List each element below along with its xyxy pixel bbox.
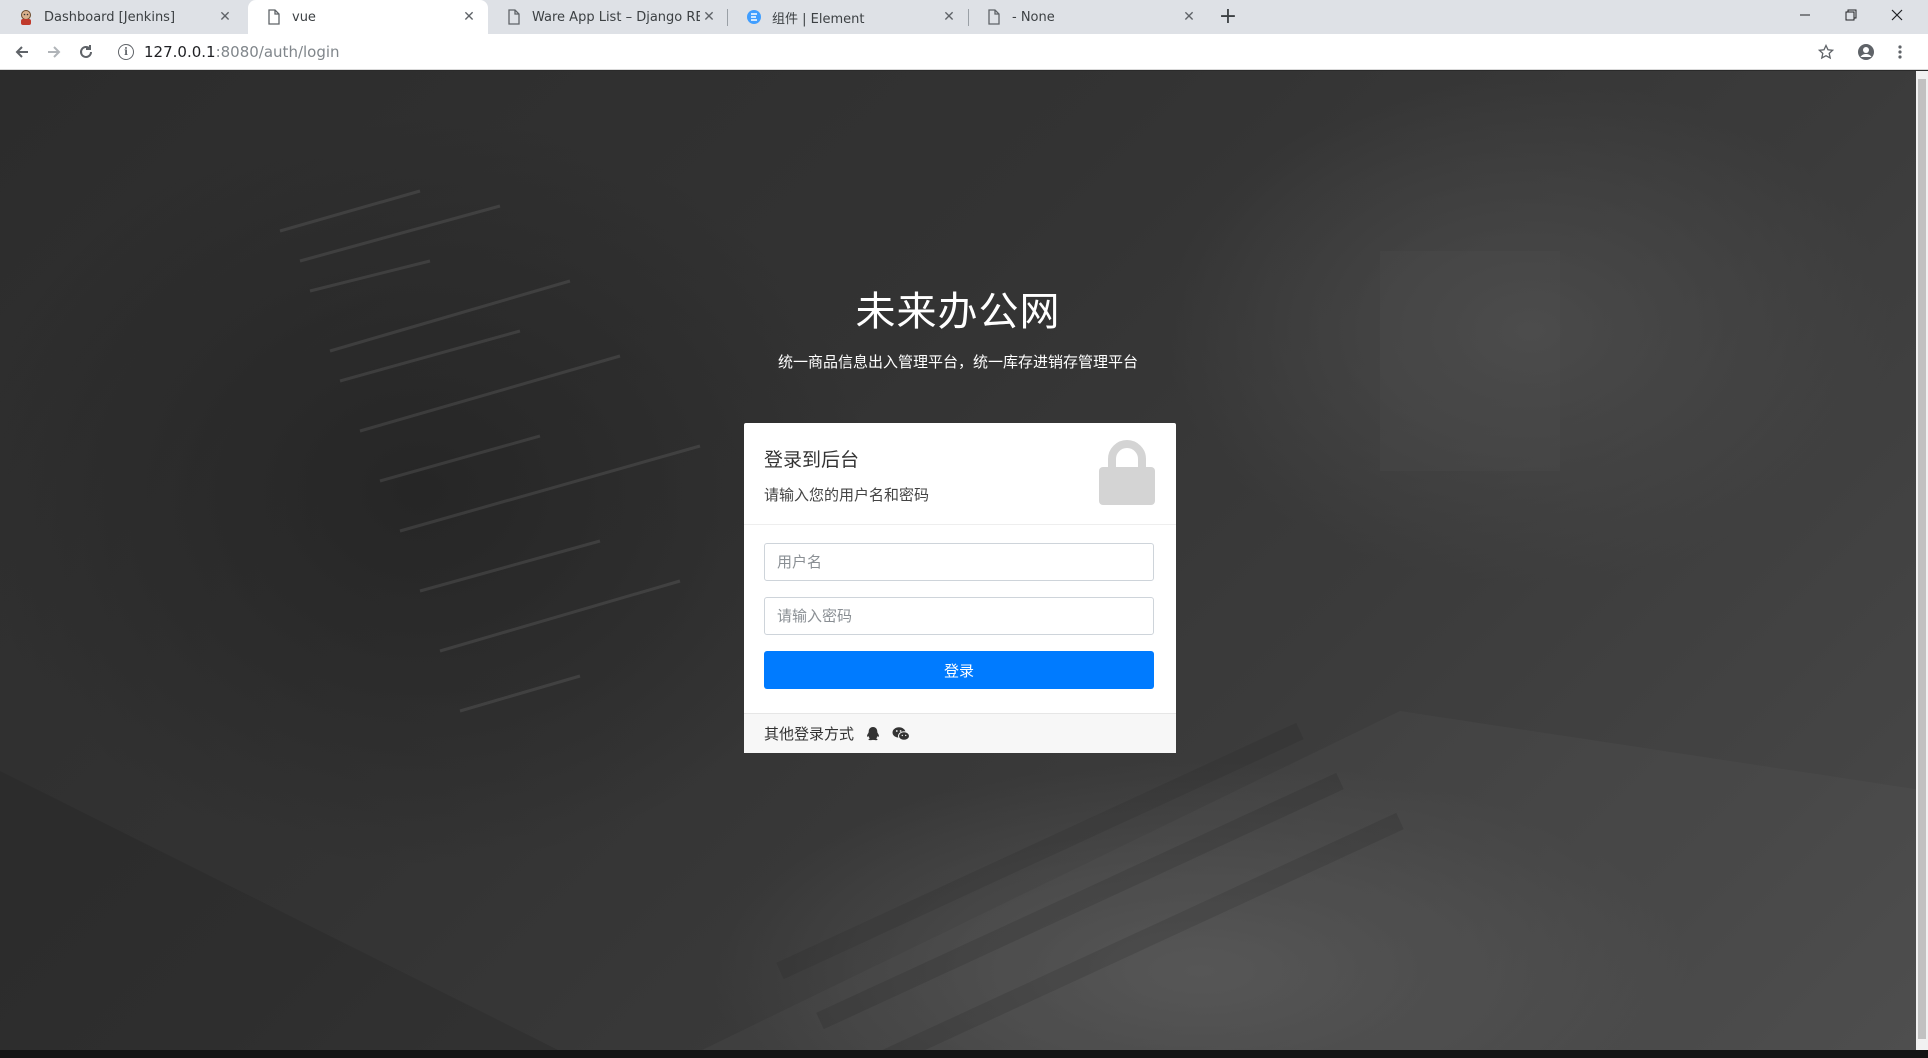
bookmark-star-button[interactable] [1812,38,1840,66]
reload-button[interactable] [72,38,100,66]
tab-none[interactable]: - None ✕ [968,0,1208,34]
tab-vue[interactable]: vue ✕ [248,0,488,34]
arrow-left-icon [15,46,28,58]
url-path: :8080/auth/login [215,43,340,61]
login-card-header: 登录到后台 请输入您的用户名和密码 [744,423,1176,525]
page-icon [986,9,1002,25]
new-tab-button[interactable]: + [1215,5,1241,29]
tab-title: Dashboard [Jenkins] [44,9,176,25]
tab-dashboard-jenkins[interactable]: Dashboard [Jenkins] ✕ [0,0,244,34]
page-icon [266,9,282,25]
tab-title: vue [292,9,316,25]
password-input[interactable] [764,597,1154,635]
element-icon [746,9,762,25]
close-icon[interactable]: ✕ [700,8,718,26]
forward-button[interactable] [40,38,68,66]
tab-element-components[interactable]: 组件 | Element ✕ [728,0,968,34]
site-subtitle: 统一商品信息出入管理平台，统一库存进销存管理平台 [777,353,1138,371]
lock-icon [1099,440,1155,505]
login-page-background: 未来办公网 统一商品信息出入管理平台，统一库存进销存管理平台 登录到后台 请输入… [0,71,1928,1050]
login-card-footer: 其他登录方式 [744,713,1176,753]
info-icon[interactable]: i [118,44,134,60]
tab-title: Ware App List – Django REST f [532,9,700,25]
login-button[interactable]: 登录 [764,651,1154,689]
jenkins-icon [18,9,34,25]
close-icon[interactable]: ✕ [1180,8,1198,26]
site-title: 未来办公网 [855,289,1061,335]
minimize-button[interactable] [1782,0,1828,30]
qq-icon[interactable] [864,725,882,743]
username-input[interactable] [764,543,1154,581]
url-text[interactable]: 127.0.0.1:8080/auth/login [144,43,340,61]
page-header: 未来办公网 统一商品信息出入管理平台，统一库存进销存管理平台 [0,279,1916,372]
page-scrollbar[interactable] [1916,71,1928,1050]
account-icon [1858,44,1874,60]
restore-button[interactable] [1828,0,1874,30]
tab-title: - None [1012,9,1055,25]
tab-ware-app-list[interactable]: Ware App List – Django REST f ✕ [488,0,728,34]
login-card: 登录到后台 请输入您的用户名和密码 登录 其他登录方式 [744,423,1176,753]
wechat-icon[interactable] [892,725,911,743]
minimize-icon [1800,14,1810,16]
restore-icon [1845,9,1857,21]
profile-button[interactable] [1852,38,1880,66]
address-bar[interactable]: i 127.0.0.1:8080/auth/login [108,38,1828,66]
close-icon [1891,9,1903,21]
star-icon [1818,44,1834,60]
kebab-menu-icon [1898,45,1902,59]
url-host: 127.0.0.1 [144,43,216,61]
browser-tab-strip: Dashboard [Jenkins] ✕ vue ✕ Ware App Lis… [0,0,1928,34]
arrow-right-icon [48,46,61,58]
browser-toolbar: i 127.0.0.1:8080/auth/login [0,34,1928,70]
reload-icon [80,45,92,58]
close-icon[interactable]: ✕ [216,8,234,26]
other-login-methods-label: 其他登录方式 [764,725,855,743]
scrollbar-thumb[interactable] [1918,79,1926,1039]
page-icon [506,9,522,25]
close-window-button[interactable] [1874,0,1920,30]
back-button[interactable] [8,38,36,66]
login-form: 登录 [744,525,1176,689]
close-icon[interactable]: ✕ [460,8,478,26]
os-taskbar-edge [0,1050,1928,1058]
close-icon[interactable]: ✕ [940,8,958,26]
browser-menu-button[interactable] [1886,38,1914,66]
tab-title: 组件 | Element [772,11,865,27]
